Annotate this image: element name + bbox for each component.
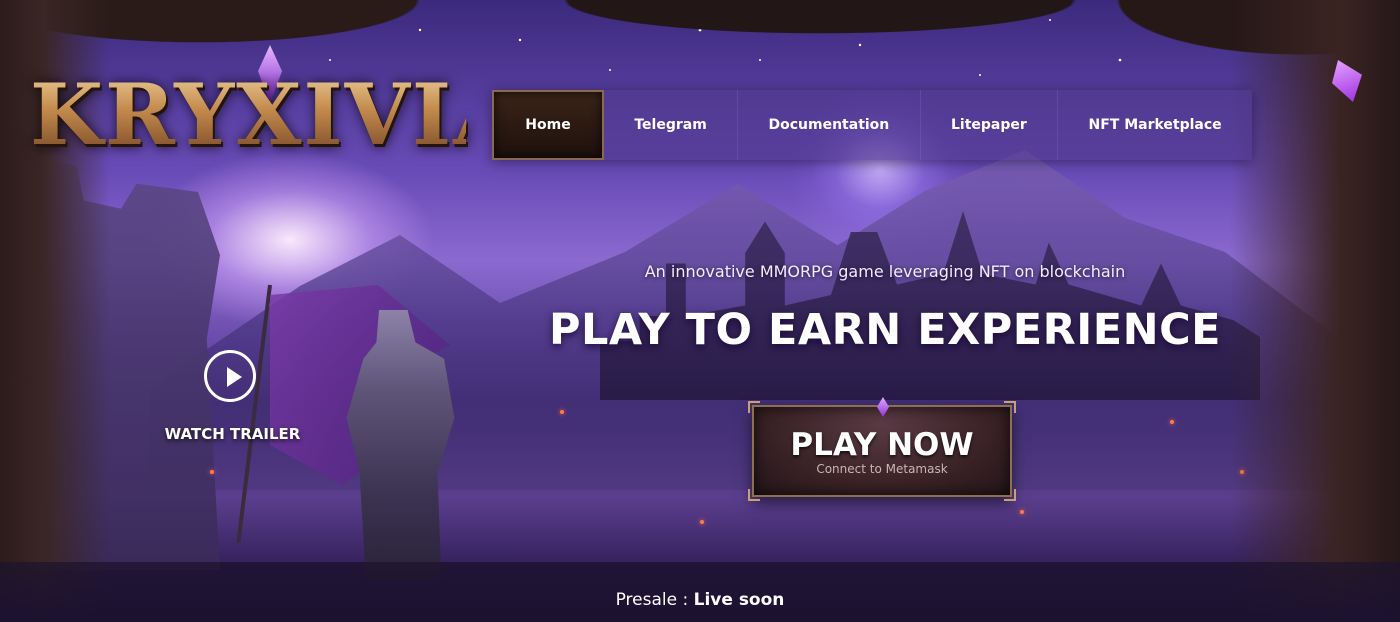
ember [1020, 510, 1024, 514]
presale-status: Live soon [693, 590, 785, 610]
cave-rock-right [1230, 0, 1400, 622]
watch-trailer-label[interactable]: WATCH TRAILER [160, 425, 305, 443]
ember [560, 410, 564, 414]
play-triangle-icon [227, 367, 242, 387]
corner-ornament [1004, 401, 1016, 413]
presale-text: Presale : Live soon [0, 590, 1400, 610]
nav-item-telegram[interactable]: Telegram [604, 90, 739, 160]
main-nav: Home Telegram Documentation Litepaper NF… [492, 90, 1252, 160]
play-circle-icon[interactable] [204, 350, 256, 402]
presale-label: Presale [615, 590, 678, 610]
corner-ornament [748, 489, 760, 501]
presale-separator: : [677, 590, 694, 610]
hero-tagline: An innovative MMORPG game leveraging NFT… [644, 262, 1126, 281]
logo-text: KRYXIVIA [30, 65, 521, 164]
corner-ornament [1004, 489, 1016, 501]
presale-bar: Presale : Live soon [0, 562, 1400, 622]
nav-item-litepaper[interactable]: Litepaper [921, 90, 1059, 160]
nav-item-nft-marketplace[interactable]: NFT Marketplace [1058, 90, 1252, 160]
play-now-button[interactable]: PLAY NOW Connect to Metamask [748, 397, 1016, 501]
hero-headline: PLAY TO EARN EXPERIENCE [548, 305, 1222, 355]
nav-item-home[interactable]: Home [492, 90, 604, 160]
play-now-label: PLAY NOW [790, 427, 974, 463]
nav-item-documentation[interactable]: Documentation [738, 90, 921, 160]
connect-metamask-label: Connect to Metamask [816, 462, 948, 476]
kryxivia-logo[interactable]: KRYXIVIA [30, 45, 521, 180]
corner-ornament [748, 401, 760, 413]
ember [210, 470, 214, 474]
watch-trailer-button[interactable]: WATCH TRAILER [160, 350, 310, 450]
ember [1170, 420, 1174, 424]
ember [700, 520, 704, 524]
